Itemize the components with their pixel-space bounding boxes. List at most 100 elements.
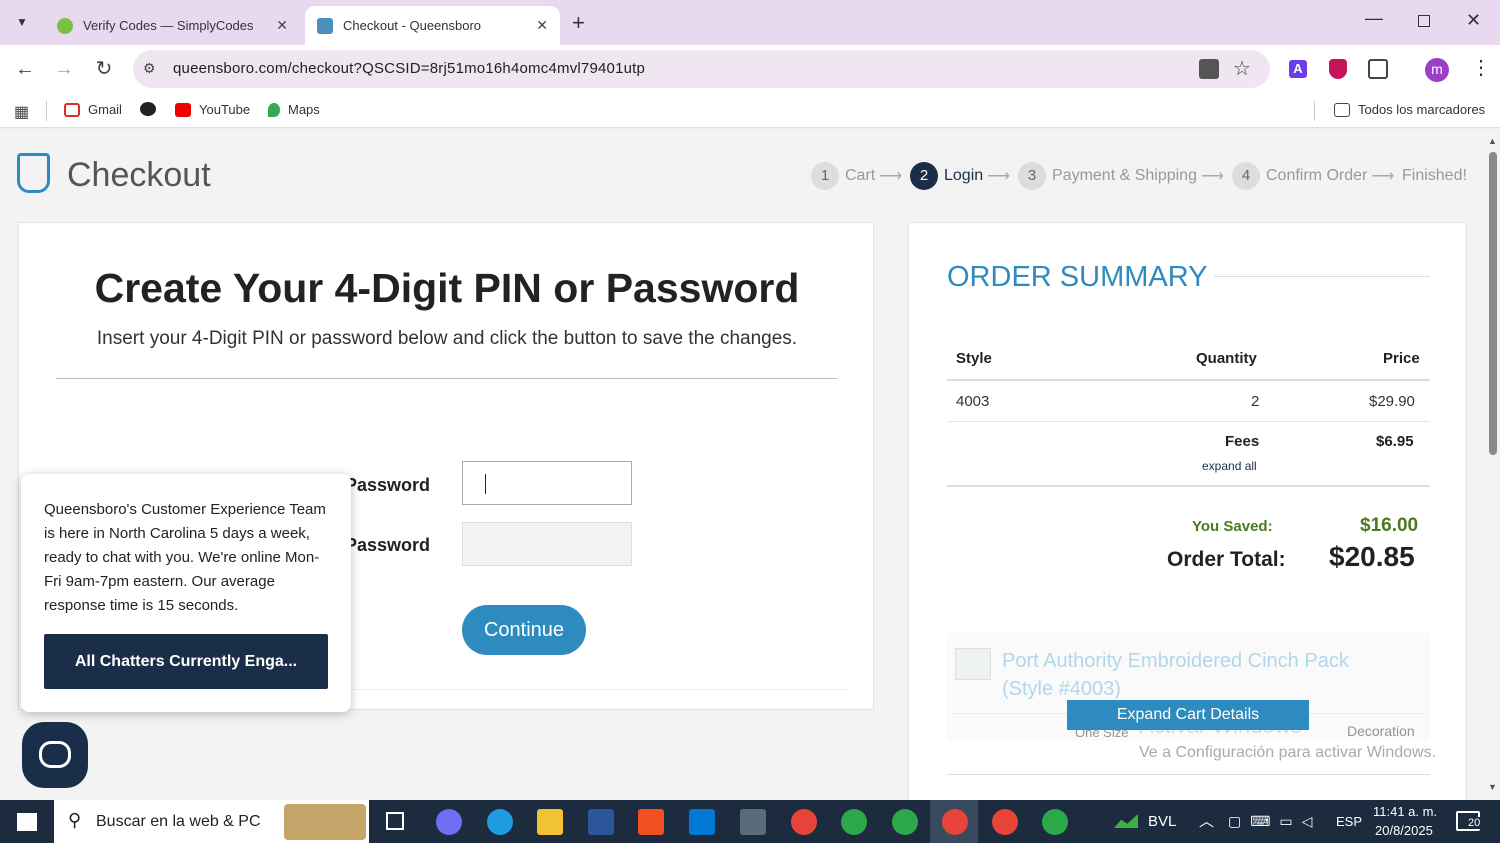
divider — [947, 379, 1430, 381]
bookmark-label: Maps — [288, 102, 320, 117]
password-input[interactable] — [462, 461, 632, 505]
chrome-icon[interactable] — [992, 809, 1018, 835]
step-label: Cart — [845, 167, 876, 184]
all-bookmarks[interactable]: Todos los marcadores — [1334, 102, 1485, 117]
page-title: Checkout — [67, 156, 211, 194]
tab-simplycodes[interactable]: Verify Codes — SimplyCodes ✕ — [45, 6, 300, 45]
chrome-icon[interactable] — [942, 809, 968, 835]
word-icon[interactable] — [588, 809, 614, 835]
reload-icon[interactable]: ↻ — [92, 57, 116, 81]
step-confirm: 4 Confirm Order ⟶ — [1232, 162, 1394, 190]
step-number: 1 — [811, 162, 839, 190]
copilot-icon[interactable] — [436, 809, 462, 835]
step-number: 2 — [910, 162, 938, 190]
arrow-right-icon: ⟶ — [1200, 168, 1224, 185]
bookmark-globe[interactable] — [140, 102, 164, 116]
chrome-icon[interactable] — [841, 809, 867, 835]
close-tab-icon[interactable]: ✕ — [536, 17, 548, 34]
calculator-icon[interactable] — [740, 809, 766, 835]
task-view-icon[interactable] — [386, 812, 404, 830]
chat-status-button[interactable]: All Chatters Currently Enga... — [44, 634, 328, 689]
total-label: Order Total: — [1167, 548, 1286, 571]
column-price: Price — [1383, 350, 1420, 367]
stock-label[interactable]: BVL — [1148, 813, 1176, 830]
menu-kebab-icon[interactable]: ⋮ — [1471, 55, 1491, 80]
divider — [1214, 276, 1430, 277]
restore-icon[interactable] — [1418, 15, 1430, 27]
ublock-icon[interactable] — [1329, 59, 1347, 79]
profile-avatar[interactable]: m — [1425, 58, 1449, 82]
address-bar[interactable]: ⚙ queensboro.com/checkout?QSCSID=8rj51mo… — [133, 50, 1270, 88]
tray-chevron-icon[interactable]: ︿ — [1199, 810, 1214, 831]
step-number: 3 — [1018, 162, 1046, 190]
saved-label: You Saved: — [1192, 518, 1273, 535]
decoration-label: Decoration — [1347, 723, 1415, 739]
scrollbar-thumb[interactable] — [1489, 152, 1497, 455]
site-info-icon[interactable]: ⚙ — [143, 60, 159, 76]
chat-launcher-button[interactable] — [22, 722, 88, 788]
row-quantity: 2 — [1251, 393, 1260, 410]
step-finished: Finished! — [1402, 167, 1467, 185]
translate-icon[interactable] — [1199, 59, 1219, 79]
bookmark-label: Gmail — [88, 102, 122, 117]
close-window-icon[interactable]: ✕ — [1466, 10, 1481, 31]
confirm-password-input[interactable] — [462, 522, 632, 566]
clock-date[interactable]: 20/8/2025 — [1375, 823, 1433, 838]
tray-icons[interactable]: ▢⌨▭◁ — [1228, 813, 1321, 830]
windows-taskbar: ⚲ Buscar en la web & PC BVL ︿ ▢⌨▭◁ ESP 1… — [0, 800, 1500, 843]
fees-label: Fees — [1225, 433, 1260, 450]
clock-time[interactable]: 11:41 a. m. — [1373, 804, 1437, 819]
minimize-icon[interactable]: — — [1365, 8, 1383, 29]
scroll-up-icon[interactable]: ▲ — [1488, 136, 1497, 146]
edge-icon[interactable] — [487, 809, 513, 835]
step-label: Confirm Order — [1266, 167, 1368, 184]
queensboro-favicon-icon — [317, 17, 333, 34]
queensboro-logo-icon[interactable] — [17, 153, 50, 193]
bookmarks-bar: ▦ Gmail YouTube Maps Todos los marcadore… — [0, 93, 1500, 128]
extensions-puzzle-icon[interactable] — [1368, 59, 1388, 79]
language-indicator[interactable]: ESP — [1336, 814, 1362, 829]
outlook-icon[interactable] — [689, 809, 715, 835]
checkout-page: Checkout 1 Cart ⟶ 2 Login ⟶ 3 Payment & … — [0, 130, 1485, 800]
chrome-icon[interactable] — [892, 809, 918, 835]
extension-a-icon[interactable]: A — [1289, 60, 1307, 78]
notification-count: 20 — [1467, 817, 1482, 829]
page-scrollbar[interactable]: ▲ ▼ — [1485, 130, 1500, 800]
chat-bubble-icon — [39, 741, 71, 768]
notification-icon[interactable]: 20 — [1456, 811, 1482, 831]
scroll-down-icon[interactable]: ▼ — [1488, 782, 1497, 792]
close-tab-icon[interactable]: ✕ — [276, 17, 288, 34]
bookmark-youtube[interactable]: YouTube — [175, 102, 250, 117]
windows-watermark-text: Ve a Configuración para activar Windows. — [1139, 744, 1437, 761]
all-bookmarks-label: Todos los marcadores — [1358, 102, 1486, 117]
divider — [56, 378, 837, 379]
file-explorer-icon[interactable] — [537, 809, 563, 835]
back-icon[interactable]: ← — [13, 57, 37, 81]
store-icon[interactable] — [638, 809, 664, 835]
apps-grid-icon[interactable]: ▦ — [14, 102, 29, 122]
new-tab-icon[interactable]: + — [572, 10, 585, 36]
windows-start-icon[interactable] — [17, 813, 37, 831]
chrome-icon[interactable] — [1042, 809, 1068, 835]
continue-button[interactable]: Continue — [462, 605, 586, 655]
stock-chart-icon[interactable] — [1114, 814, 1138, 828]
tab-list-chevron-icon[interactable]: ▼ — [12, 12, 32, 32]
tab-checkout[interactable]: Checkout - Queensboro ✕ — [305, 6, 560, 45]
chrome-icon[interactable] — [791, 809, 817, 835]
expand-cart-button[interactable]: Expand Cart Details — [1067, 700, 1309, 730]
expand-all-link[interactable]: expand all — [1202, 459, 1257, 473]
total-value: $20.85 — [1329, 541, 1415, 572]
password-label: Password — [345, 475, 431, 495]
taskbar-search[interactable]: ⚲ Buscar en la web & PC — [54, 800, 369, 843]
product-name[interactable]: Port Authority Embroidered Cinch Pack (S… — [1002, 647, 1402, 703]
bookmark-gmail[interactable]: Gmail — [64, 102, 122, 117]
tab-title: Checkout - Queensboro — [343, 18, 482, 33]
bookmark-label: YouTube — [199, 102, 251, 117]
forward-icon[interactable]: → — [52, 57, 76, 81]
bookmark-star-icon[interactable]: ☆ — [1233, 56, 1251, 81]
bookmark-maps[interactable]: Maps — [268, 102, 320, 117]
gmail-icon — [64, 102, 80, 117]
globe-icon — [140, 102, 156, 116]
divider — [46, 101, 47, 121]
step-payment: 3 Payment & Shipping ⟶ — [1018, 162, 1224, 190]
